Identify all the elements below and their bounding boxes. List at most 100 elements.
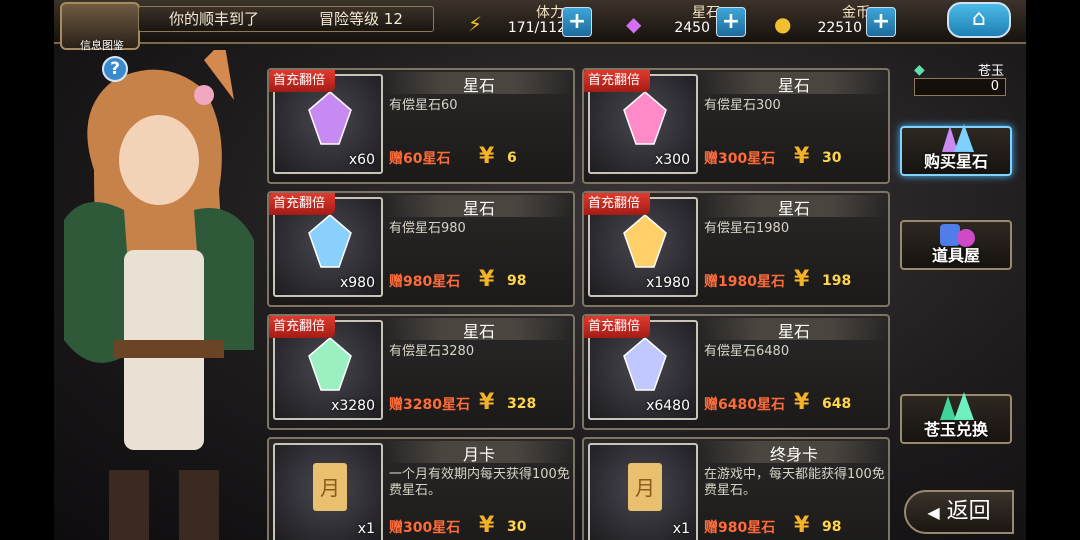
back-arrow-icon: ◀ [927,503,940,522]
first-charge-badge: 首充翻倍 [269,193,336,215]
profile-avatar[interactable]: 信息图鉴 [60,2,140,52]
price: 6 [507,150,517,166]
item-thumbnail: 月 x1 [588,443,698,540]
gold-label: 金币 [842,5,870,21]
item-shop-label: 道具屋 [931,246,980,265]
card-description: 一个月有效期内每天获得100免费星石。 [389,467,570,498]
card-description: 在游戏中，每天都能获得100免费星石。 [704,467,885,498]
add-gold-button[interactable]: + [866,7,896,37]
shop-card[interactable]: x1980 首充翻倍 星石 有偿星石1980 赠1980星石 ¥198 [582,191,890,307]
shop-card[interactable]: x6480 首充翻倍 星石 有偿星石6480 赠6480星石 ¥648 [582,314,890,430]
shop-card[interactable]: x300 首充翻倍 星石有偿星石300 赠300星石 ¥30 [582,68,890,184]
item-quantity: x1 [672,521,690,537]
bonus-text: 赠60星石 [389,151,451,167]
price: 30 [822,150,842,166]
add-stamina-button[interactable]: + [562,7,592,37]
first-charge-badge: 首充翻倍 [584,70,651,92]
jade-icon: ◆ [914,62,925,78]
bonus-text: 赠980星石 [389,274,461,290]
yen-icon: ¥ [479,267,495,292]
item-quantity: x300 [654,152,690,168]
jade-exchange-button[interactable]: 苍玉兑换 [900,392,1012,444]
card-title: 星石 [702,72,886,95]
bonus-text: 赠1980星石 [704,274,785,290]
crystal-icon [308,214,352,268]
stones-label: 星石 [692,5,720,21]
shop-card[interactable]: x980 首充翻倍 星石 有偿星石980 赠980星石 ¥98 [267,191,575,307]
player-info: 你的顺丰到了 冒险等级 12 [138,6,434,32]
buy-stones-label: 购买星石 [923,152,988,171]
gold-value: 22510 [817,20,862,36]
card-title: 终身卡 [702,441,886,464]
item-shop-button[interactable]: 道具屋 [900,220,1012,270]
character-illustration [64,50,254,540]
jade-exchange-label: 苍玉兑换 [923,420,988,439]
first-charge-badge: 首充翻倍 [584,193,651,215]
bonus-text: 赠6480星石 [704,397,785,413]
left-letterbox [0,0,54,540]
shop-card[interactable]: 月 x1 月卡一个月有效期内每天获得100免费星石。赠300星石 ¥30 [267,437,575,540]
crystal-icon [623,91,667,145]
card-title: 星石 [387,318,571,341]
shop-screen: 信息图鉴 你的顺丰到了 冒险等级 12 ⚡ 体力 171/112 + ◆ 星石 … [54,0,1026,540]
price: 98 [822,519,842,535]
bonus-text: 赠3280星石 [389,397,470,413]
yen-icon: ¥ [479,144,495,169]
bonus-text: 赠980星石 [704,520,776,536]
item-quantity: x6480 [646,398,690,414]
player-name: 你的顺丰到了 [169,10,260,28]
top-bar: 信息图鉴 你的顺丰到了 冒险等级 12 ⚡ 体力 171/112 + ◆ 星石 … [54,0,1026,52]
yen-icon: ¥ [479,390,495,415]
card-icon: 月 [313,463,347,511]
shop-card[interactable]: x3280 首充翻倍 星石有偿星石3280 赠3280星石 ¥328 [267,314,575,430]
card-description: 有偿星石300 [704,98,781,113]
home-button[interactable]: ⌂ [947,2,1011,38]
home-icon: ⌂ [972,6,986,31]
card-description: 有偿星石980 [389,221,466,236]
help-button[interactable]: ? [102,56,128,82]
level-label: 冒险等级 [319,10,380,28]
first-charge-badge: 首充翻倍 [269,316,336,338]
first-charge-badge: 首充翻倍 [584,316,651,338]
card-title: 星石 [387,195,571,218]
price: 328 [507,396,537,412]
jade-balance: ◆ 苍玉 0 [906,60,1010,98]
bonus-text: 赠300星石 [704,151,776,167]
bonus-text: 赠300星石 [389,520,461,536]
item-quantity: x60 [348,152,375,168]
card-title: 星石 [387,72,571,95]
shop-card[interactable]: 月 x1 终身卡在游戏中，每天都能获得100免费星石。赠980星石 ¥98 [582,437,890,540]
item-quantity: x1980 [646,275,690,291]
card-description: 有偿星石6480 [704,344,790,359]
back-label: 返回 [946,499,991,524]
stones-value: 2450 [674,20,710,36]
yen-icon: ¥ [479,513,495,538]
card-title: 星石 [702,195,886,218]
crystal-icon [308,337,352,391]
card-icon: 月 [628,463,662,511]
crystal-icon [623,214,667,268]
card-description: 有偿星石3280 [389,344,475,359]
yen-icon: ¥ [794,144,810,169]
item-quantity: x1 [357,521,375,537]
back-button[interactable]: ◀ 返回 [904,490,1014,534]
right-letterbox [1026,0,1080,540]
crystal-icon [623,337,667,391]
price: 648 [822,396,852,412]
price: 30 [507,519,527,535]
first-charge-badge: 首充翻倍 [269,70,336,92]
card-title: 月卡 [387,441,571,464]
item-thumbnail: 月 x1 [273,443,383,540]
jade-label: 苍玉 [977,64,1004,79]
jade-value: 0 [914,78,1006,96]
yen-icon: ¥ [794,513,810,538]
yen-icon: ¥ [794,267,810,292]
buy-stones-button[interactable]: 购买星石 [900,124,1012,176]
shop-card[interactable]: x60 首充翻倍 星石有偿星石60 赠60星石 ¥6 [267,68,575,184]
svg-text:月: 月 [320,476,340,500]
profile-label: 信息图鉴 [80,39,124,52]
level-display: 冒险等级 12 [319,7,403,31]
card-description: 有偿星石60 [389,98,458,113]
stamina-value: 171/112 [507,20,566,36]
item-quantity: x3280 [331,398,375,414]
